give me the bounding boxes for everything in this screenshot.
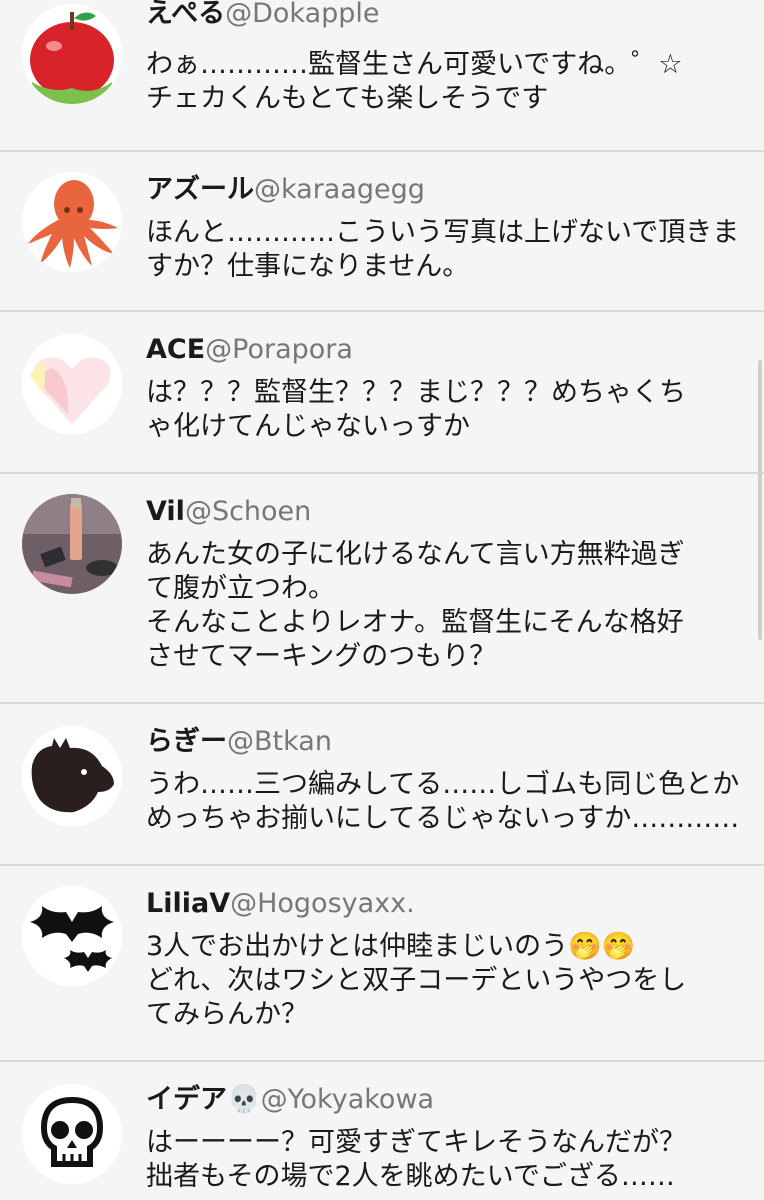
post-line: めっちゃお揃いにしてるじゃないっすか………… xyxy=(146,803,740,834)
post-line: あんた女の子に化けるなんて言い方無粋過ぎ xyxy=(146,539,685,570)
post-header: イデア💀@Yokyakowa xyxy=(146,1084,434,1116)
post-item[interactable]: えぺる@Dokapple わぁ…………監督生さん可愛いですね。゜☆ チェカくんも… xyxy=(0,0,764,152)
user-handle[interactable]: @Dokapple xyxy=(225,0,379,29)
post-line: そんなことよりレオナ。監督生にそんな格好 xyxy=(146,607,684,638)
post-line: ほんと…………こういう写真は上げないで頂きま xyxy=(146,217,740,248)
bat-icon[interactable] xyxy=(22,886,122,986)
post-header: ACE@Porapora xyxy=(146,334,353,366)
user-handle[interactable]: @Porapora xyxy=(205,334,353,365)
post-text: うわ……三つ編みしてる……しゴムも同じ色とか めっちゃお揃いにしてるじゃないっす… xyxy=(146,768,746,836)
post-item[interactable]: Vil@Schoen あんた女の子に化けるなんて言い方無粋過ぎ て腹が立つわ。 … xyxy=(0,474,764,704)
post-text: はーーーー？可愛すぎてキレそうなんだが？ 拙者もその場で2人を眺めたいでござる…… xyxy=(146,1126,746,1194)
octopus-icon[interactable] xyxy=(22,172,122,272)
scrollbar[interactable] xyxy=(758,360,762,640)
user-handle[interactable]: @Hogosyaxx. xyxy=(230,888,415,919)
post-line: てみらんか？ xyxy=(146,999,308,1030)
post-line: は？？？監督生？？？まじ？？？めちゃくち xyxy=(146,377,686,408)
display-name[interactable]: LiliaV xyxy=(146,888,230,919)
post-line: わぁ…………監督生さん可愛いですね。゜☆ xyxy=(146,49,683,80)
display-name[interactable]: アズール xyxy=(146,174,254,205)
post-line: どれ、次はワシと双子コーデというやつをし xyxy=(146,965,687,996)
user-handle[interactable]: @karaagegg xyxy=(254,174,425,205)
post-item[interactable]: イデア💀@Yokyakowa はーーーー？可愛すぎてキレそうなんだが？ 拙者もそ… xyxy=(0,1062,764,1200)
post-line: うわ……三つ編みしてる……しゴムも同じ色とか xyxy=(146,769,740,800)
post-line: 3人でお出かけとは仲睦まじいのう🤭🤭 xyxy=(146,931,636,962)
post-item[interactable]: アズール@karaagegg ほんと…………こういう写真は上げないで頂きま すか… xyxy=(0,152,764,312)
post-header: アズール@karaagegg xyxy=(146,174,425,206)
post-header: Vil@Schoen xyxy=(146,496,311,528)
post-header: らぎー@Btkan xyxy=(146,726,332,758)
post-text: あんた女の子に化けるなんて言い方無粋過ぎ て腹が立つわ。 そんなことよりレオナ。… xyxy=(146,538,746,674)
post-text: 3人でお出かけとは仲睦まじいのう🤭🤭 どれ、次はワシと双子コーデというやつをし … xyxy=(146,930,746,1032)
timeline-feed: えぺる@Dokapple わぁ…………監督生さん可愛いですね。゜☆ チェカくんも… xyxy=(0,0,764,1200)
post-line: チェカくんもとても楽しそうです xyxy=(146,83,549,114)
post-line: させてマーキングのつもり？ xyxy=(146,641,497,672)
apple-icon[interactable] xyxy=(22,4,122,104)
display-name[interactable]: らぎー xyxy=(146,726,227,757)
user-handle[interactable]: @Yokyakowa xyxy=(261,1084,434,1115)
post-text: わぁ…………監督生さん可愛いですね。゜☆ チェカくんもとても楽しそうです xyxy=(146,48,746,116)
post-item[interactable]: ACE@Porapora は？？？監督生？？？まじ？？？めちゃくち ゃ化けてんじ… xyxy=(0,312,764,474)
cosmetics-photo[interactable] xyxy=(22,494,122,594)
post-item[interactable]: LiliaV@Hogosyaxx. 3人でお出かけとは仲睦まじいのう🤭🤭 どれ、… xyxy=(0,866,764,1062)
user-handle[interactable]: @Schoen xyxy=(185,496,311,527)
post-line: ゃ化けてんじゃないっすか xyxy=(146,411,470,442)
post-line: て腹が立つわ。 xyxy=(146,573,335,604)
heart-icon[interactable] xyxy=(22,334,122,434)
post-item[interactable]: らぎー@Btkan うわ……三つ編みしてる……しゴムも同じ色とか めっちゃお揃い… xyxy=(0,704,764,866)
user-handle[interactable]: @Btkan xyxy=(227,726,332,757)
post-line: 拙者もその場で2人を眺めたいでござる…… xyxy=(146,1161,675,1192)
post-text: ほんと…………こういう写真は上げないで頂きま すか？仕事になりません。 xyxy=(146,216,746,284)
post-line: はーーーー？可愛すぎてキレそうなんだが？ xyxy=(146,1127,686,1158)
display-name[interactable]: ACE xyxy=(146,334,205,365)
display-name[interactable]: イデア💀 xyxy=(146,1084,261,1115)
hyena-icon[interactable] xyxy=(22,726,122,826)
display-name[interactable]: えぺる xyxy=(146,0,225,29)
post-header: LiliaV@Hogosyaxx. xyxy=(146,888,415,920)
post-header: えぺる@Dokapple xyxy=(146,0,380,30)
skull-icon[interactable] xyxy=(22,1084,122,1184)
post-line: すか？仕事になりません。 xyxy=(146,251,470,282)
post-text: は？？？監督生？？？まじ？？？めちゃくち ゃ化けてんじゃないっすか xyxy=(146,376,746,444)
display-name[interactable]: Vil xyxy=(146,496,185,527)
